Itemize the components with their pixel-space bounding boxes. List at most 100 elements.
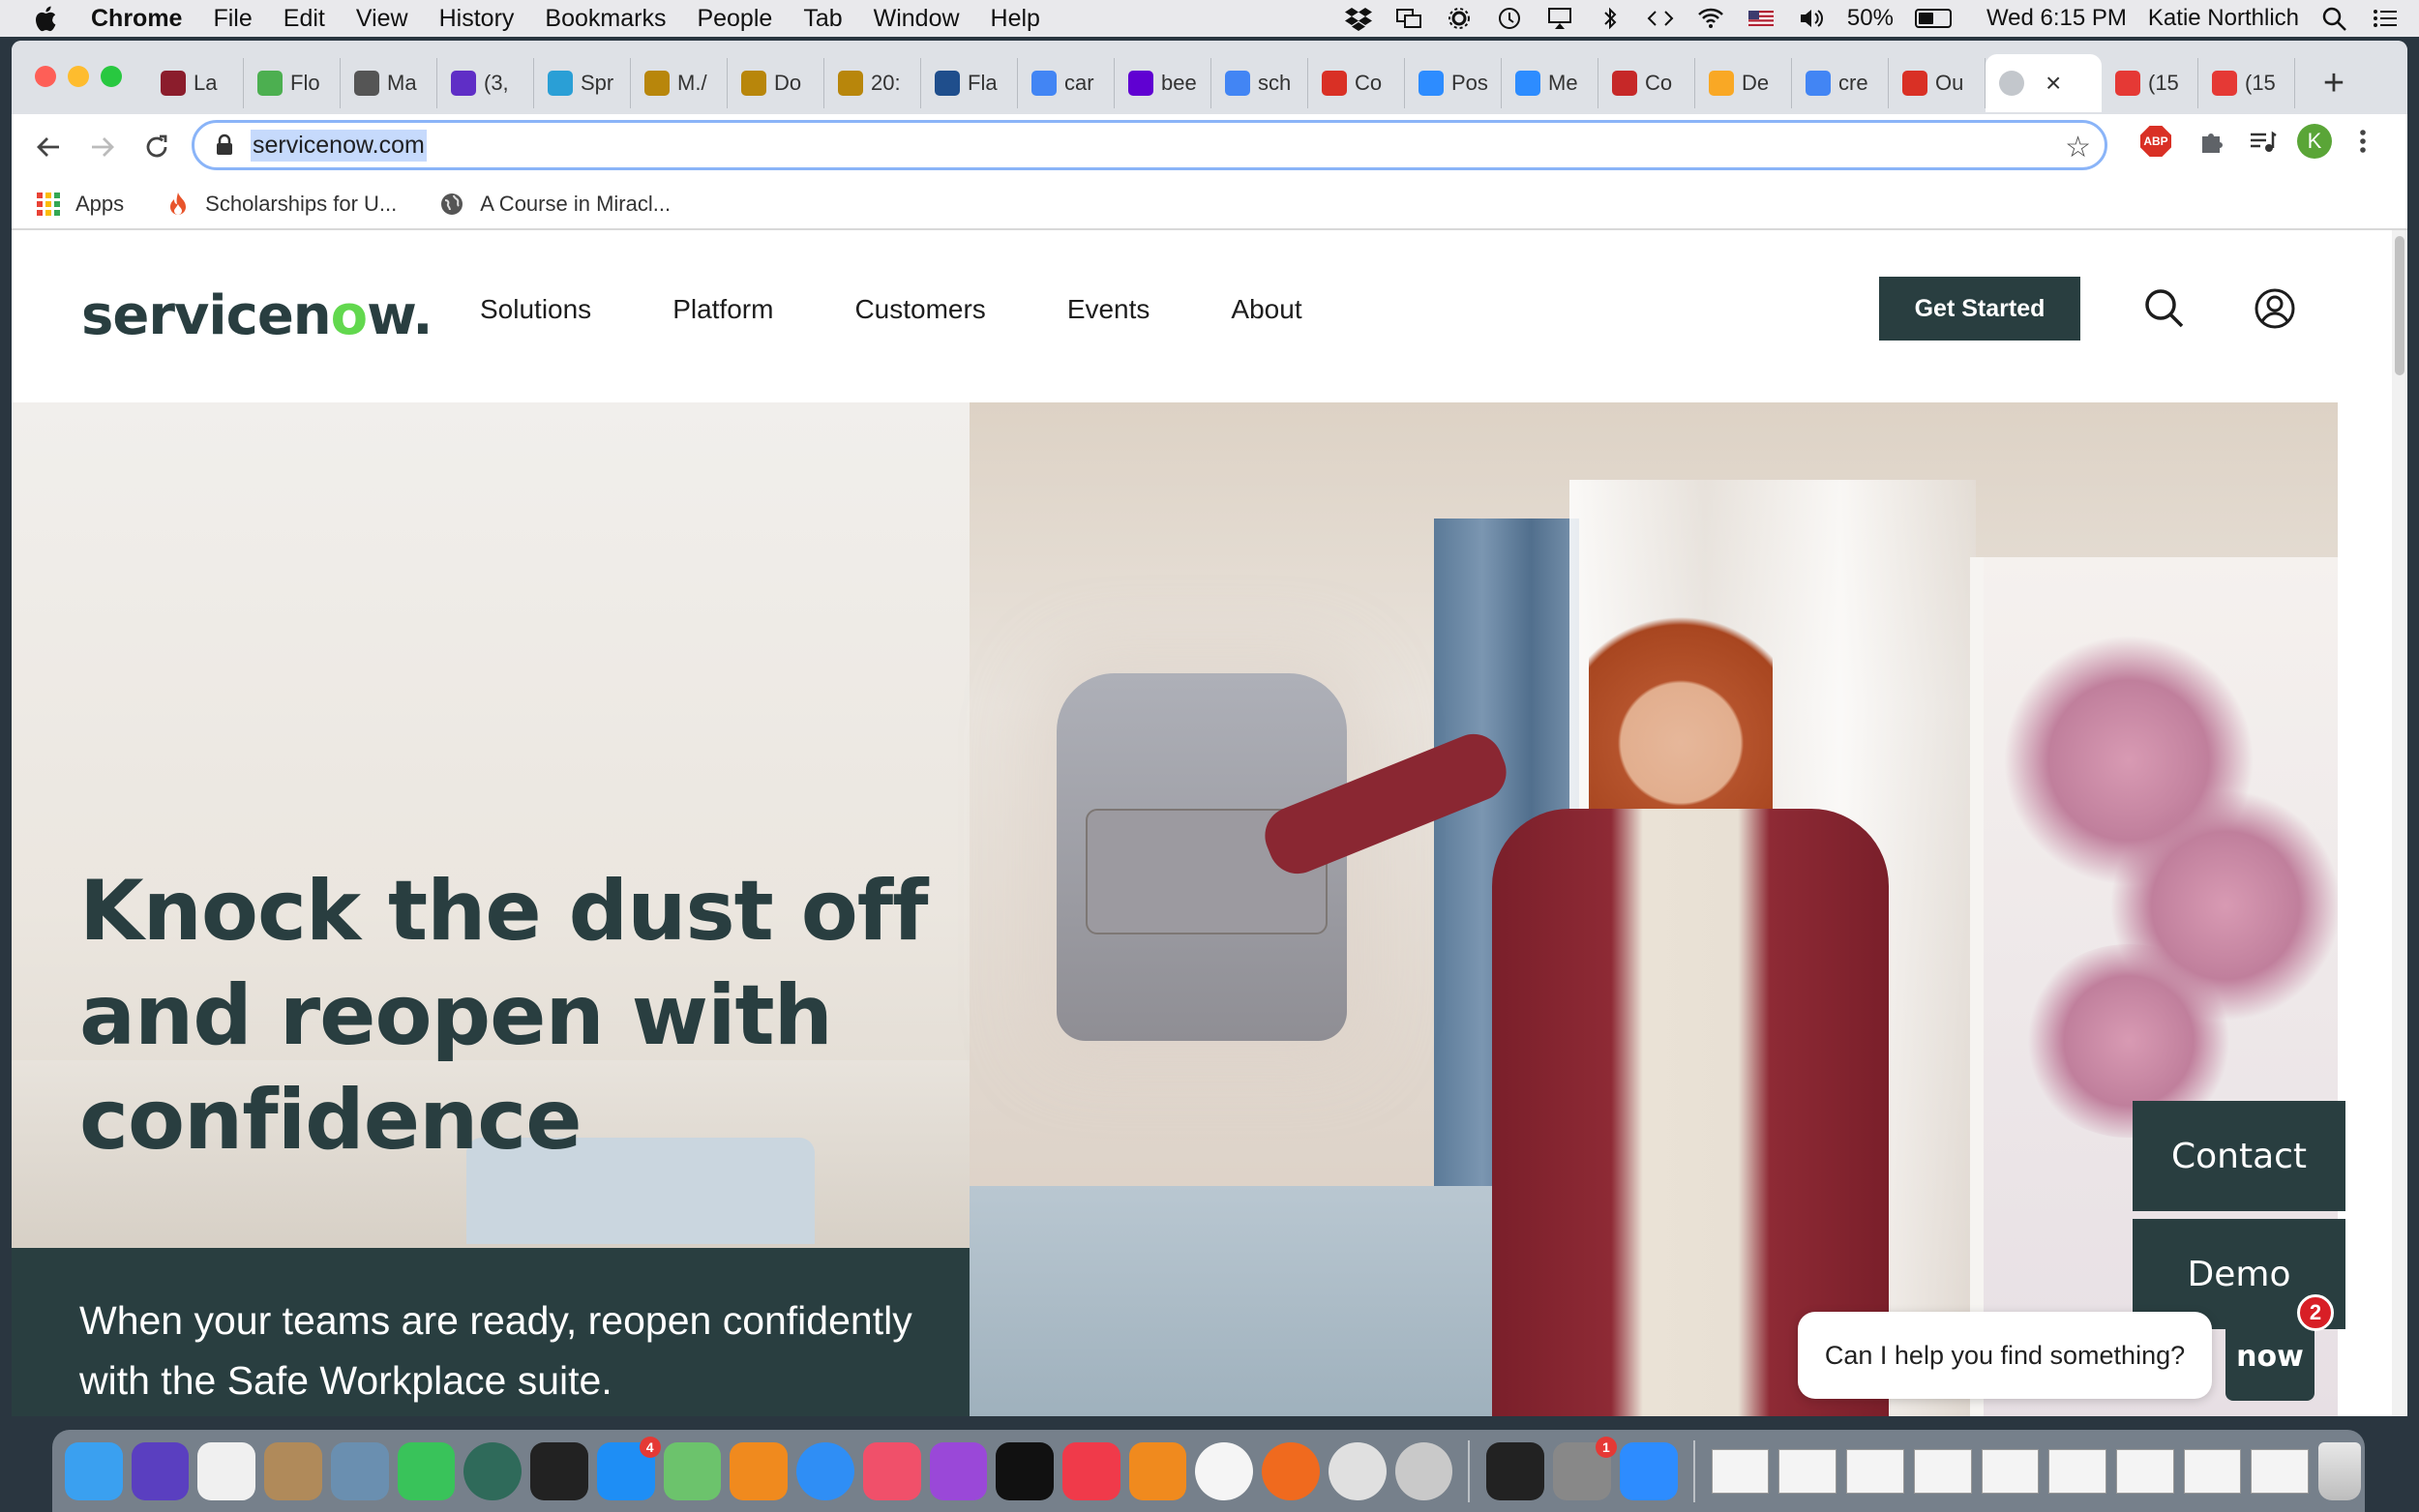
trash-icon[interactable]	[2318, 1441, 2361, 1500]
menubar-clock[interactable]: Wed 6:15 PM	[1986, 5, 2127, 32]
page-scrollbar[interactable]	[2392, 230, 2407, 1416]
menu-file[interactable]: File	[197, 0, 267, 37]
podcasts-icon[interactable]	[929, 1441, 988, 1500]
minimized-window-thumbnail[interactable]	[2116, 1448, 2174, 1494]
active-tab-servicenow[interactable]: ×	[1986, 54, 2102, 112]
firefox-icon[interactable]	[1262, 1441, 1320, 1500]
music-icon[interactable]	[862, 1441, 921, 1500]
volume-icon[interactable]	[1797, 6, 1826, 31]
browser-tab[interactable]: bee	[1115, 58, 1211, 108]
browser-tab[interactable]: M./	[631, 58, 728, 108]
browser-tab[interactable]: Flo	[244, 58, 341, 108]
menu-bookmarks[interactable]: Bookmarks	[529, 0, 681, 37]
code-icon[interactable]	[1646, 6, 1675, 31]
browser-tab[interactable]: Fla	[921, 58, 1018, 108]
get-started-button[interactable]: Get Started	[1879, 277, 2080, 341]
browser-tab[interactable]: car	[1018, 58, 1115, 108]
browser-tab[interactable]: cre	[1792, 58, 1889, 108]
photos-icon[interactable]	[1195, 1441, 1254, 1500]
apple-menu-icon[interactable]	[23, 0, 72, 37]
menubar-user[interactable]: Katie Northlich	[2148, 5, 2299, 32]
minimized-window-thumbnail[interactable]	[2251, 1448, 2310, 1494]
address-url[interactable]: servicenow.com	[251, 129, 427, 162]
zoom-icon[interactable]	[1619, 1441, 1678, 1500]
media-playlist-icon[interactable]	[2243, 122, 2282, 161]
menu-people[interactable]: People	[681, 0, 788, 37]
contact-button[interactable]: Contact	[2133, 1101, 2345, 1211]
browser-tab[interactable]: Ou	[1889, 58, 1986, 108]
minimized-window-thumbnail[interactable]	[1981, 1448, 2040, 1494]
news-icon[interactable]	[1062, 1441, 1120, 1500]
address-bar[interactable]: servicenow.com ☆	[192, 120, 2107, 170]
finder-icon[interactable]	[65, 1441, 123, 1500]
spotlight-search-icon[interactable]	[2320, 6, 2349, 31]
maps-icon[interactable]	[663, 1441, 722, 1500]
zoom-window-button[interactable]	[101, 66, 122, 87]
chat-prompt-bubble[interactable]: Can I help you find something?	[1798, 1312, 2212, 1399]
screens-icon[interactable]	[1394, 6, 1423, 31]
nav-events[interactable]: Events	[1067, 294, 1150, 325]
disk-utility-icon[interactable]	[1394, 1441, 1453, 1500]
browser-tab[interactable]: (15	[2198, 58, 2295, 108]
browser-tab[interactable]: De	[1695, 58, 1792, 108]
airplay-icon[interactable]	[1545, 6, 1574, 31]
browser-tab[interactable]: 20:	[824, 58, 921, 108]
nav-platform[interactable]: Platform	[672, 294, 773, 325]
browser-tab[interactable]: La	[147, 58, 244, 108]
bookmark-star-icon[interactable]: ☆	[2065, 131, 2091, 164]
site-search-icon[interactable]	[2142, 286, 2187, 331]
close-tab-icon[interactable]: ×	[2046, 68, 2061, 99]
nav-solutions[interactable]: Solutions	[480, 294, 591, 325]
minimize-window-button[interactable]	[68, 66, 89, 87]
notification-center-icon[interactable]	[2371, 6, 2400, 31]
bookmark-scholarships[interactable]: Scholarships for U...	[166, 192, 397, 217]
lock-icon[interactable]	[214, 133, 235, 157]
user-account-icon[interactable]	[2253, 286, 2297, 331]
back-button[interactable]	[21, 120, 75, 174]
browser-tab[interactable]: Co	[1598, 58, 1695, 108]
pages-icon[interactable]	[197, 1441, 256, 1500]
vlc-icon[interactable]	[730, 1441, 789, 1500]
browser-tab[interactable]: (15	[2102, 58, 2198, 108]
menu-app-name[interactable]: Chrome	[72, 0, 197, 37]
minimized-window-thumbnail[interactable]	[2048, 1448, 2106, 1494]
menu-view[interactable]: View	[341, 0, 424, 37]
tv-icon[interactable]	[996, 1441, 1055, 1500]
us-flag-icon[interactable]	[1747, 6, 1776, 31]
browser-tab[interactable]: sch	[1211, 58, 1308, 108]
bookmark-course-in-miracles[interactable]: A Course in Miracl...	[439, 192, 671, 217]
minimized-window-thumbnail[interactable]	[1778, 1448, 1837, 1494]
menu-window[interactable]: Window	[858, 0, 975, 37]
forward-button[interactable]	[75, 120, 130, 174]
system-preferences-icon[interactable]: 1	[1553, 1436, 1617, 1500]
profile-avatar-button[interactable]: K	[2295, 122, 2334, 161]
settings-gear-icon[interactable]	[1445, 6, 1474, 31]
scrollbar-thumb[interactable]	[2395, 236, 2404, 375]
dropbox-icon[interactable]	[1344, 6, 1373, 31]
bluetooth-icon[interactable]	[1596, 6, 1625, 31]
bookmark-apps[interactable]: Apps	[37, 192, 124, 217]
browser-tab[interactable]: Do	[728, 58, 824, 108]
browser-tab[interactable]: Co	[1308, 58, 1405, 108]
minimized-window-thumbnail[interactable]	[1913, 1448, 1972, 1494]
menu-tab[interactable]: Tab	[788, 0, 857, 37]
close-window-button[interactable]	[35, 66, 56, 87]
minimized-window-thumbnail[interactable]	[1846, 1448, 1904, 1494]
imovie-icon[interactable]	[131, 1441, 190, 1500]
browser-tab[interactable]: Me	[1502, 58, 1598, 108]
app-store-icon[interactable]: 4	[596, 1436, 661, 1500]
books-icon[interactable]	[1128, 1441, 1187, 1500]
facetime-icon[interactable]	[397, 1441, 456, 1500]
terminal-icon[interactable]	[1486, 1441, 1545, 1500]
reload-button[interactable]	[130, 120, 184, 174]
servicenow-logo[interactable]: servicenow.	[81, 284, 433, 347]
browser-tab[interactable]: Spr	[534, 58, 631, 108]
time-machine-icon[interactable]	[463, 1441, 523, 1500]
menu-edit[interactable]: Edit	[268, 0, 341, 37]
menu-help[interactable]: Help	[975, 0, 1056, 37]
chrome-icon[interactable]	[1328, 1441, 1387, 1500]
time-machine-icon[interactable]	[1495, 6, 1524, 31]
extensions-puzzle-icon[interactable]	[2193, 122, 2231, 161]
browser-tab[interactable]: Pos	[1405, 58, 1502, 108]
activity-monitor-icon[interactable]	[530, 1441, 588, 1500]
